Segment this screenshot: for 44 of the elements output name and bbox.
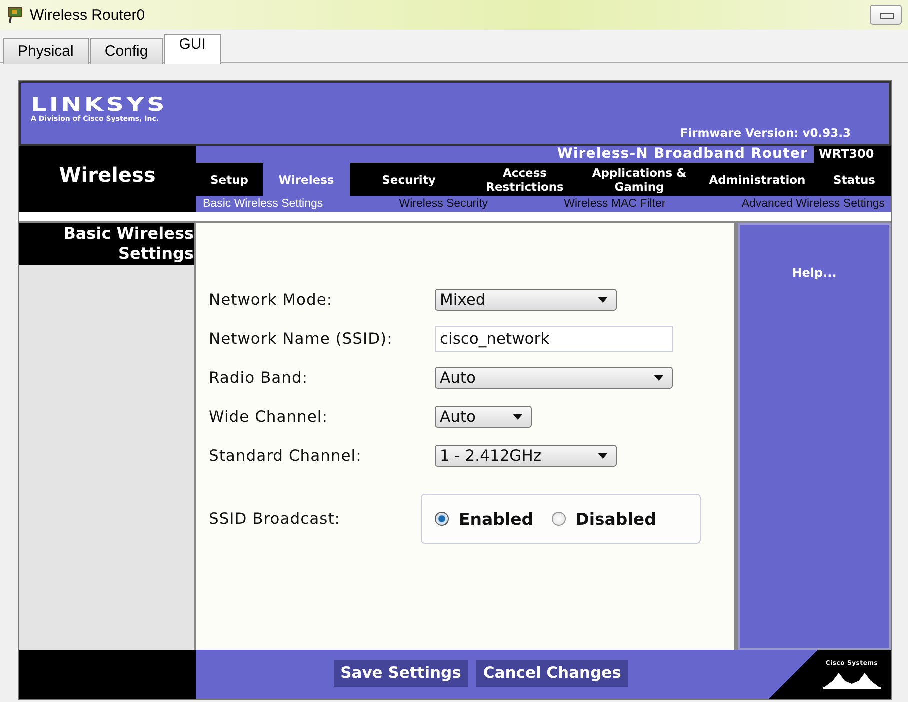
action-button[interactable]: Save Settings [334,660,468,687]
field-label: SSID Broadcast: [209,510,342,528]
caret-icon [598,453,608,460]
page-title: Basic Wireless Settings [19,223,194,266]
caret-icon [654,375,664,382]
subnav-link[interactable]: Wireless MAC Filter [564,196,666,212]
section-title: Wireless [19,146,196,212]
dropdown[interactable]: Mixed [435,289,617,312]
subnav-link[interactable]: Basic Wireless Settings [203,196,324,212]
nav-tab[interactable]: Setup [196,163,263,196]
minimize-button[interactable] [870,5,902,25]
dropdown[interactable]: 1 - 2.412GHz [435,445,617,468]
nav-tab[interactable]: Applications & Gaming [582,163,697,196]
nav-tab[interactable]: Administration [697,163,818,196]
radio-button[interactable] [552,512,566,526]
tab[interactable]: Physical [3,38,89,64]
subnav-link[interactable]: Advanced Wireless Settings [742,196,885,212]
nav-tab[interactable]: Security [350,163,468,196]
window-title: Wireless Router0 [30,6,146,24]
dropdown[interactable]: Auto [435,367,673,390]
router-icon [6,6,24,24]
product-name: Wireless-N Broadband Router [557,146,809,164]
nav-tab[interactable]: Access Restrictions [468,163,582,196]
firmware-version: Firmware Version: v0.93.3 [680,126,851,140]
field-label: Network Name (SSID): [209,330,394,348]
caret-icon [513,414,523,420]
help-link[interactable]: Help... [792,266,837,282]
field-label: Radio Band: [209,369,309,388]
tab[interactable]: GUI [164,34,221,64]
field-label: Network Mode: [209,291,334,310]
dropdown[interactable]: Auto [435,406,532,428]
subnav-link[interactable]: Wireless Security [399,196,488,212]
input-field[interactable]: cisco_network [435,326,673,352]
radio-label: Enabled [459,510,534,529]
model-name: WRT300 [814,146,891,164]
radio-button[interactable] [435,512,449,526]
radio-label: Disabled [576,510,656,529]
field-label: Standard Channel: [209,447,363,466]
brand-logo: LINKSYS [31,95,168,115]
tab[interactable]: Config [90,38,164,64]
caret-icon [598,297,608,304]
field-label: Wide Channel: [209,408,329,426]
nav-tab[interactable]: Status [818,163,891,196]
action-button[interactable]: Cancel Changes [476,660,628,687]
